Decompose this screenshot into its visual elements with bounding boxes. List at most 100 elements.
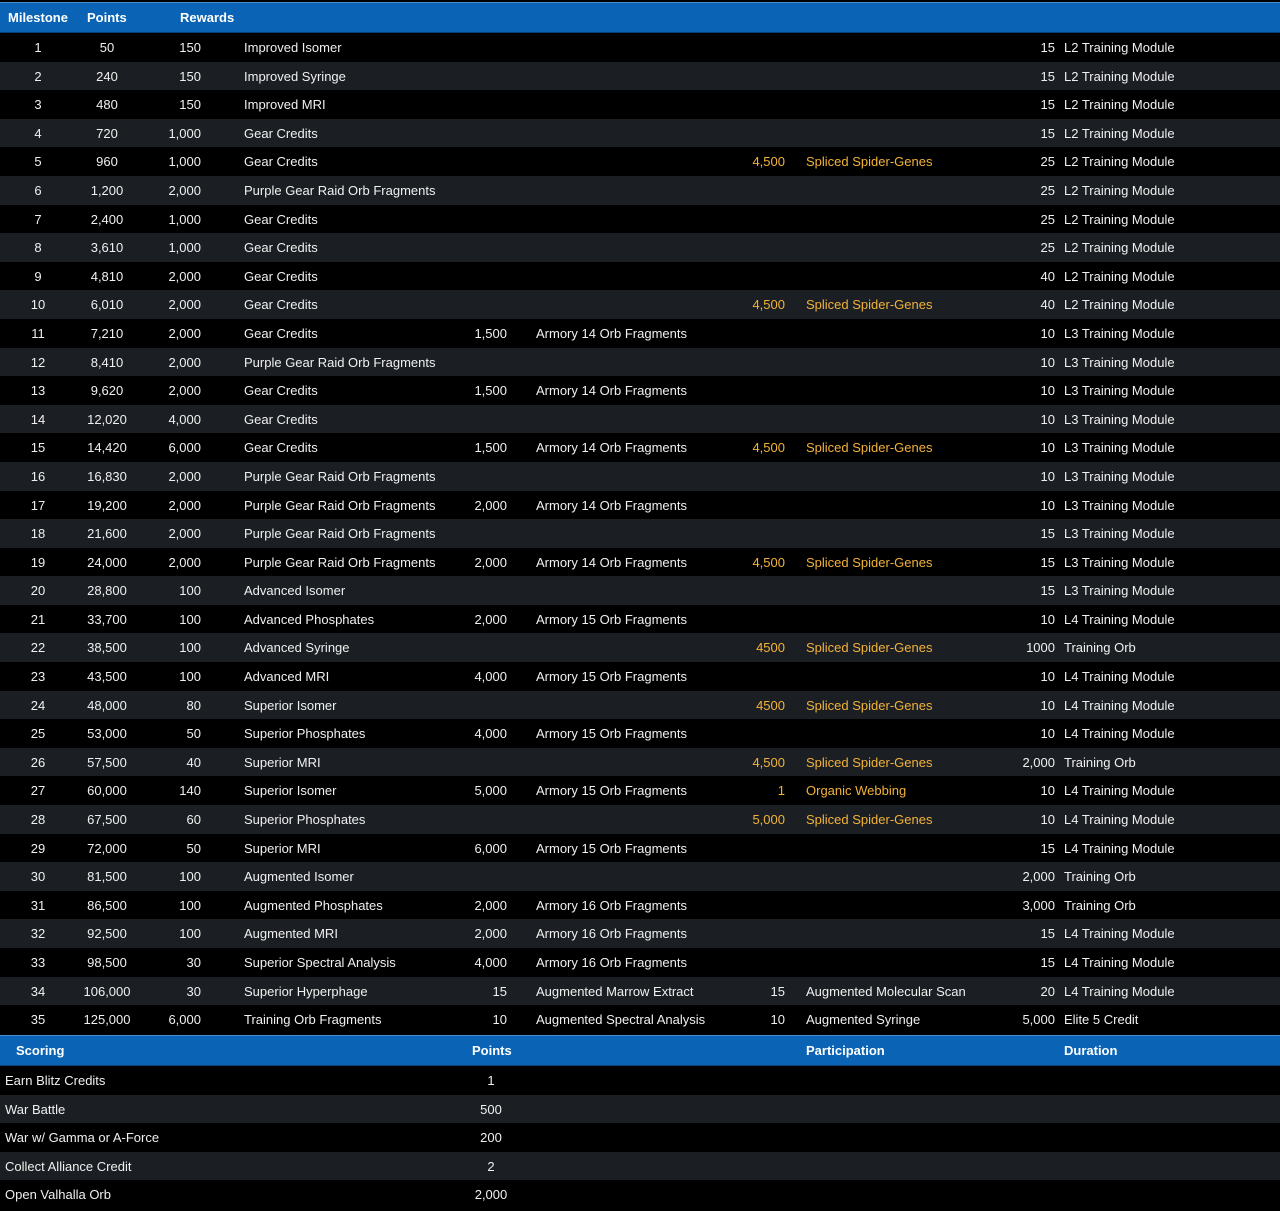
cell-r4: Training Orb bbox=[1064, 640, 1136, 656]
cell-p: 98,500 bbox=[87, 955, 127, 970]
cell-r1n: 80 bbox=[186, 697, 201, 713]
cell-r2n: 2,000 bbox=[474, 926, 507, 942]
cell-r2n: 2,000 bbox=[474, 497, 507, 513]
table-row: 17 19,200 2,000 Purple Gear Raid Orb Fragme… bbox=[0, 490, 1280, 520]
cell-r1: Gear Credits bbox=[244, 383, 318, 399]
cell-r1n: 100 bbox=[179, 669, 201, 685]
cell-r4n: 10 bbox=[1040, 325, 1055, 341]
cell-r4n: 10 bbox=[1040, 440, 1055, 456]
cell-r2n: 4,000 bbox=[474, 669, 507, 685]
cell-r1n: 1,000 bbox=[168, 211, 201, 227]
cell-r2n: 1,500 bbox=[474, 440, 507, 456]
cell-p: 48,000 bbox=[87, 697, 127, 713]
cell-p: 72,000 bbox=[87, 840, 127, 856]
cell-r1n: 2,000 bbox=[168, 354, 201, 370]
cell-m: 3 bbox=[34, 97, 42, 113]
cell-r4n: 25 bbox=[1040, 154, 1055, 170]
table-row: 34 106,000 30 Superior Hyperphage 15 Augmente… bbox=[0, 976, 1280, 1006]
cell-r3: Augmented Molecular Scan bbox=[806, 983, 966, 999]
cell-r3n: 1 bbox=[777, 783, 785, 799]
cell-r4: L4 Training Module bbox=[1064, 926, 1175, 942]
cell-r1n: 50 bbox=[186, 840, 201, 856]
cell-m: 34 bbox=[30, 983, 46, 999]
cell-r4: L3 Training Module bbox=[1064, 554, 1175, 570]
cell-r4: L4 Training Module bbox=[1064, 840, 1175, 856]
cell-m: 6 bbox=[34, 182, 42, 198]
cell-r3: Spliced Spider-Genes bbox=[806, 754, 933, 770]
table-row: 21 33,700 100 Advanced Phosphates 2,000 Armor… bbox=[0, 604, 1280, 634]
scoring-points-column-header[interactable]: Points bbox=[472, 1043, 512, 1058]
cell-r4n: 10 bbox=[1040, 411, 1055, 427]
cell-r2: Armory 15 Orb Fragments bbox=[536, 840, 687, 856]
cell-p: 86,500 bbox=[87, 897, 127, 913]
cell-r1: Advanced Isomer bbox=[244, 583, 346, 599]
rewards-column-header[interactable]: Rewards bbox=[180, 10, 234, 25]
cell-r3n: 5,000 bbox=[752, 812, 785, 828]
duration-column-header[interactable]: Duration bbox=[1064, 1043, 1117, 1058]
cell-r4n: 20 bbox=[1040, 983, 1055, 999]
cell-m: 25 bbox=[30, 726, 46, 742]
cell-r4: L3 Training Module bbox=[1064, 468, 1175, 484]
cell-r1: Superior MRI bbox=[244, 754, 321, 770]
cell-r4n: 10 bbox=[1040, 383, 1055, 399]
cell-r1: Augmented Isomer bbox=[244, 869, 354, 885]
cell-r2n: 15 bbox=[492, 983, 507, 999]
cell-r1n: 1,000 bbox=[168, 125, 201, 141]
cell-m: 4 bbox=[34, 125, 42, 141]
cell-r3n: 4500 bbox=[756, 697, 785, 713]
cell-r4n: 10 bbox=[1040, 354, 1055, 370]
cell-r1n: 1,000 bbox=[168, 240, 201, 256]
cell-r3: Augmented Syringe bbox=[806, 1012, 921, 1028]
cell-r1n: 30 bbox=[186, 983, 201, 999]
cell-r4n: 15 bbox=[1040, 125, 1055, 141]
cell-r2: Armory 14 Orb Fragments bbox=[536, 440, 687, 456]
table-row: 2 240 150 Improved Syringe 15 L2 Training Mod… bbox=[0, 61, 1280, 91]
cell-r4: L3 Training Module bbox=[1064, 440, 1175, 456]
cell-r1n: 100 bbox=[179, 869, 201, 885]
participation-column-header[interactable]: Participation bbox=[806, 1043, 885, 1058]
table-row: 19 24,000 2,000 Purple Gear Raid Orb Fragme… bbox=[0, 547, 1280, 577]
cell-r2: Armory 16 Orb Fragments bbox=[536, 926, 687, 942]
cell-r2: Armory 15 Orb Fragments bbox=[536, 726, 687, 742]
cell-r2: Armory 14 Orb Fragments bbox=[536, 325, 687, 341]
cell-r4: L2 Training Module bbox=[1064, 154, 1175, 170]
scoring-row: Open Valhalla Orb 2,000 bbox=[0, 1180, 1280, 1209]
cell-r1n: 40 bbox=[186, 754, 201, 770]
cell-p: 21,600 bbox=[87, 526, 127, 542]
cell-p: 106,000 bbox=[83, 983, 131, 999]
cell-r1: Purple Gear Raid Orb Fragments bbox=[244, 497, 436, 513]
cell-p: 24,000 bbox=[87, 554, 127, 570]
cell-m: 17 bbox=[30, 497, 46, 513]
cell-p: 240 bbox=[96, 68, 118, 84]
milestone-column-header[interactable]: Milestone bbox=[8, 10, 68, 25]
cell-m: 5 bbox=[34, 154, 42, 170]
table-row: 15 14,420 6,000 Gear Credits 1,500 Armory 14 … bbox=[0, 433, 1280, 462]
cell-p: 92,500 bbox=[87, 926, 127, 942]
table-row: 1 50 150 Improved Isomer 15 L2 Training Modul… bbox=[0, 33, 1280, 62]
cell-r4: L2 Training Module bbox=[1064, 297, 1175, 313]
cell-m: 16 bbox=[30, 468, 46, 484]
cell-r4n: 15 bbox=[1040, 554, 1055, 570]
scoring-column-header[interactable]: Scoring bbox=[16, 1043, 64, 1058]
cell-r1: Superior Phosphates bbox=[244, 812, 366, 828]
cell-m: 15 bbox=[30, 440, 46, 456]
cell-p: 125,000 bbox=[83, 1012, 131, 1028]
cell-r4n: 2,000 bbox=[1022, 754, 1055, 770]
cell-r4n: 15 bbox=[1040, 97, 1055, 113]
cell-r1: Purple Gear Raid Orb Fragments bbox=[244, 554, 436, 570]
cell-m: 20 bbox=[30, 583, 46, 599]
table-row: 28 67,500 60 Superior Phosphates 5,000 Splice… bbox=[0, 805, 1280, 834]
cell-r4n: 25 bbox=[1040, 240, 1055, 256]
cell-r3: Spliced Spider-Genes bbox=[806, 697, 933, 713]
table-row: 29 72,000 50 Superior MRI 6,000 Armory 15 Orb… bbox=[0, 833, 1280, 863]
cell-r1n: 150 bbox=[179, 97, 201, 113]
points-column-header[interactable]: Points bbox=[87, 10, 127, 25]
cell-r4: L3 Training Module bbox=[1064, 497, 1175, 513]
cell-r4: L3 Training Module bbox=[1064, 325, 1175, 341]
cell-p: 14,420 bbox=[87, 440, 127, 456]
cell-r4: Training Orb bbox=[1064, 897, 1136, 913]
scoring-row: War w/ Gamma or A-Force 200 bbox=[0, 1123, 1280, 1152]
cell-r1: Gear Credits bbox=[244, 268, 318, 284]
cell-r2n: 5,000 bbox=[474, 783, 507, 799]
cell-r3n: 4,500 bbox=[752, 440, 785, 456]
